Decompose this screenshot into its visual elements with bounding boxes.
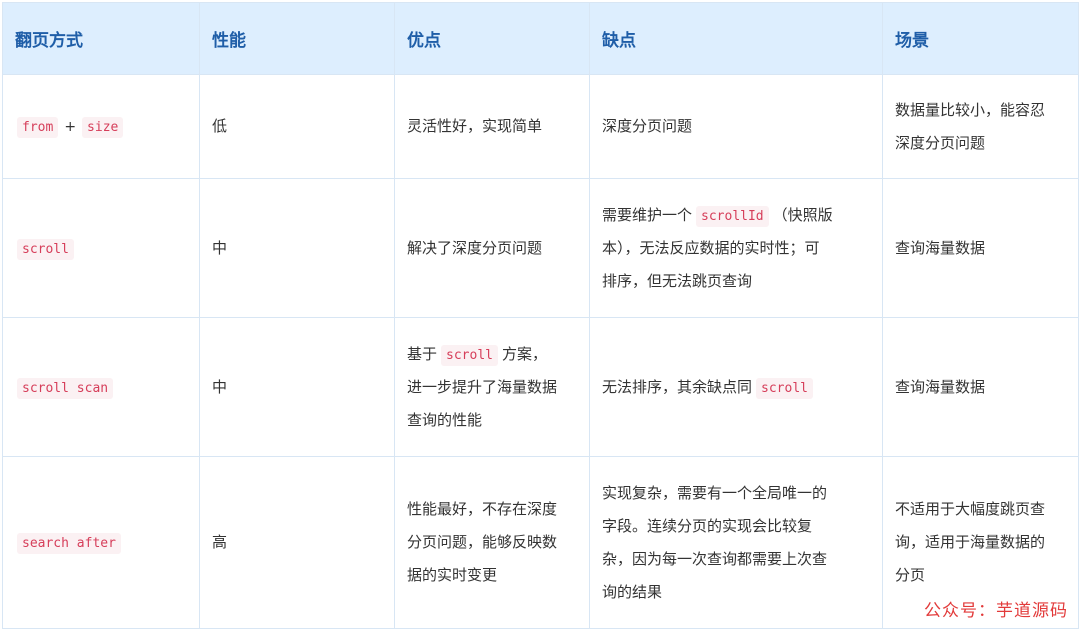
cons-line: 本），无法反应数据的实时性；可 bbox=[602, 238, 820, 257]
header-performance: 性能 bbox=[199, 2, 395, 75]
pros-line: 性能最好，不存在深度 bbox=[407, 500, 558, 518]
cell-method: scroll bbox=[2, 178, 200, 318]
pros-line: 进一步提升了海量数据 bbox=[407, 377, 558, 396]
header-pros: 优点 bbox=[394, 2, 590, 75]
cell-scenario: 查询海量数据 bbox=[882, 178, 1079, 318]
cell-performance: 低 bbox=[199, 74, 395, 179]
cell-method: search after bbox=[2, 456, 200, 629]
comparison-table-container: 翻页方式 性能 优点 缺点 场景 from + size 低 灵活性好，实现简单 深… bbox=[0, 0, 1080, 629]
cons-line: 杂，因为每一次查询都需要上次查 bbox=[602, 549, 828, 568]
cell-pros: 性能最好，不存在深度 分页问题，能够反映数 据的实时变更 bbox=[394, 456, 590, 629]
cell-performance: 中 bbox=[199, 178, 395, 318]
header-scenario: 场景 bbox=[882, 2, 1079, 75]
scenario-line: 分页 bbox=[895, 566, 926, 584]
cons-line: 字段。连续分页的实现会比较复 bbox=[602, 516, 813, 535]
cell-cons: 需要维护一个 scrollId （快照版 本），无法反应数据的实时性；可 排序，但无… bbox=[589, 178, 883, 318]
scenario-line: 询，适用于海量数据的 bbox=[895, 533, 1046, 551]
watermark: 公众号：芋道源码 bbox=[924, 601, 1068, 621]
cell-scenario: 查询海量数据 bbox=[882, 317, 1079, 457]
table-row: scroll 中 解决了深度分页问题 需要维护一个 scrollId （快照版 本）… bbox=[2, 178, 1079, 318]
cell-scenario: 数据量比较小，能容忍 深度分页问题 bbox=[882, 74, 1079, 179]
table-row: from + size 低 灵活性好，实现简单 深度分页问题 数据量比较小，能容忍 … bbox=[2, 74, 1079, 179]
scenario-line: 深度分页问题 bbox=[895, 133, 986, 152]
header-method: 翻页方式 bbox=[2, 2, 200, 75]
cons-text: （快照版 bbox=[772, 205, 833, 224]
code-scrollid: scrollId bbox=[696, 205, 769, 227]
code-search-after: search after bbox=[17, 533, 121, 554]
code-scroll: scroll bbox=[441, 344, 498, 366]
cell-method: from + size bbox=[2, 74, 200, 179]
cons-text: 需要维护一个 bbox=[602, 205, 693, 224]
scenario-line: 数据量比较小，能容忍 bbox=[895, 100, 1046, 119]
cell-cons: 实现复杂，需要有一个全局唯一的 字段。连续分页的实现会比较复 杂，因为每一次查询… bbox=[589, 456, 883, 629]
table-row: scroll scan 中 基于 scroll 方案， 进一步提升了海量数据 查询的… bbox=[2, 317, 1079, 457]
scenario-line: 不适用于大幅度跳页查 bbox=[895, 500, 1046, 518]
table-header-row: 翻页方式 性能 优点 缺点 场景 bbox=[2, 2, 1079, 75]
code-scroll-scan: scroll scan bbox=[17, 377, 114, 399]
cell-cons: 无法排序，其余缺点同 scroll bbox=[589, 317, 883, 457]
cell-performance: 高 bbox=[199, 456, 395, 629]
cons-line: 需要维护一个 scrollId （快照版 bbox=[602, 199, 870, 232]
cons-line: 询的结果 bbox=[602, 582, 663, 601]
pros-text: 基于 bbox=[407, 344, 438, 363]
cons-line: 实现复杂，需要有一个全局唯一的 bbox=[602, 483, 828, 502]
cons-line: 排序，但无法跳页查询 bbox=[602, 271, 753, 290]
cell-pros: 解决了深度分页问题 bbox=[394, 178, 590, 318]
cons-text: 无法排序，其余缺点同 bbox=[602, 377, 753, 396]
cell-method: scroll scan bbox=[2, 317, 200, 457]
cell-pros: 灵活性好，实现简单 bbox=[394, 74, 590, 179]
code-scroll: scroll bbox=[17, 238, 74, 260]
pagination-comparison-table: 翻页方式 性能 优点 缺点 场景 from + size 低 灵活性好，实现简单 深… bbox=[2, 2, 1079, 629]
table-row: search after 高 性能最好，不存在深度 分页问题，能够反映数 据的实… bbox=[2, 456, 1079, 629]
code-from: from bbox=[17, 116, 59, 138]
header-cons: 缺点 bbox=[589, 2, 883, 75]
cell-performance: 中 bbox=[199, 317, 395, 457]
pros-text: 方案， bbox=[501, 344, 547, 363]
plus-sign: + bbox=[64, 118, 77, 135]
code-size: size bbox=[82, 116, 124, 138]
pros-line: 据的实时变更 bbox=[407, 566, 498, 584]
cell-pros: 基于 scroll 方案， 进一步提升了海量数据 查询的性能 bbox=[394, 317, 590, 457]
code-scroll: scroll bbox=[756, 377, 813, 399]
pros-line: 查询的性能 bbox=[407, 410, 483, 429]
pros-line: 基于 scroll 方案， bbox=[407, 338, 577, 371]
pros-line: 分页问题，能够反映数 bbox=[407, 533, 558, 551]
cell-cons: 深度分页问题 bbox=[589, 74, 883, 179]
